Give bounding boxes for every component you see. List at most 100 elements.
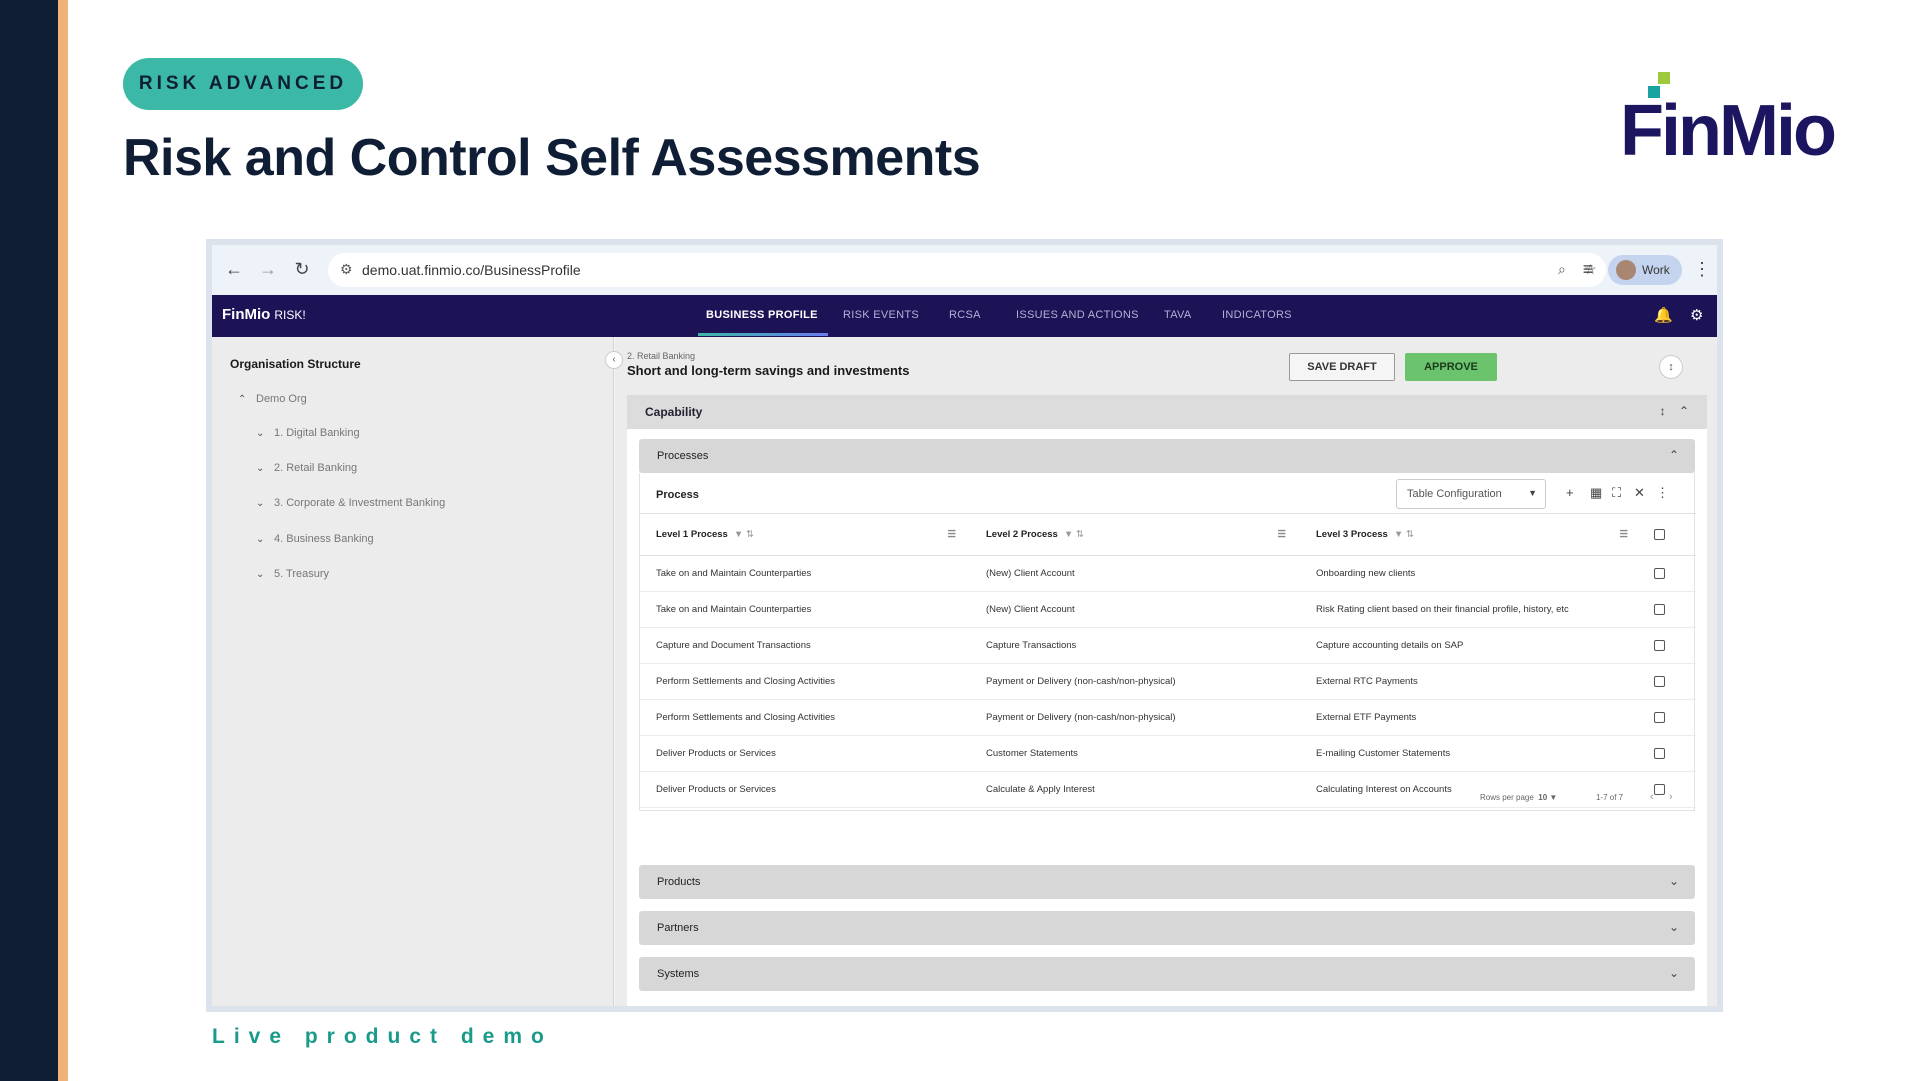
risk-advanced-pill: RISK ADVANCED (123, 58, 363, 110)
browser-menu-icon[interactable]: ⋮ (1690, 257, 1714, 281)
tree-item-corporate-investment-banking[interactable]: ⌄ 3. Corporate & Investment Banking (256, 497, 445, 509)
table-cell: Customer Statements (970, 735, 1300, 772)
filter-sort-icon[interactable]: ▼ ⇅ (734, 529, 754, 540)
slide-title: Risk and Control Self Assessments (123, 129, 981, 187)
fullscreen-icon[interactable]: ⛶ (1612, 485, 1621, 501)
chevron-up-icon[interactable]: ⌃ (1669, 448, 1679, 462)
collapse-sidebar-button[interactable]: ‹ (605, 351, 623, 369)
chevron-down-icon[interactable]: ⌄ (1669, 966, 1679, 980)
expand-collapse-icon[interactable]: ↕ (1660, 404, 1666, 418)
capability-section-header[interactable]: Capability ↕ ⌃ (627, 395, 1707, 429)
row-checkbox[interactable] (1654, 639, 1665, 651)
chevron-down-icon[interactable]: ⌄ (256, 569, 274, 580)
table-configuration-select[interactable]: Table Configuration ▼ (1396, 479, 1546, 509)
page-nav: ‹ › (1650, 791, 1673, 803)
chevron-down-icon[interactable]: ⌄ (256, 428, 274, 439)
chevron-down-icon[interactable]: ⌄ (256, 498, 274, 509)
app-navbar: FinMio RISK! BUSINESS PROFILE RISK EVENTS… (212, 295, 1717, 337)
row-checkbox[interactable] (1654, 675, 1665, 687)
table-cell: Capture and Document Transactions (640, 627, 970, 664)
media-control-icon[interactable]: ≡ (1576, 257, 1600, 281)
profile-button[interactable]: Work (1608, 255, 1682, 285)
chevron-down-icon[interactable]: ⌄ (256, 463, 274, 474)
tree-item-business-banking[interactable]: ⌄ 4. Business Banking (256, 533, 374, 545)
table-body: Take on and Maintain Counterparties (New)… (640, 555, 1696, 808)
chevron-down-icon[interactable]: ⌄ (1669, 920, 1679, 934)
column-header-level-1[interactable]: Level 1 Process ▼ ⇅ ☰ (640, 513, 970, 556)
add-icon[interactable]: + (1566, 485, 1574, 500)
row-checkbox[interactable] (1654, 747, 1665, 759)
column-header-level-3[interactable]: Level 3 Process ▼ ⇅ ☰ (1300, 513, 1642, 556)
drag-handle-icon[interactable]: ☰ (947, 529, 956, 540)
column-title: Level 1 Process (656, 529, 728, 540)
table-row[interactable]: Perform Settlements and Closing Activiti… (640, 699, 1696, 736)
table-row[interactable]: Deliver Products or Services Calculate & … (640, 771, 1696, 808)
tab-indicators[interactable]: INDICATORS (1222, 309, 1292, 321)
processes-section-header[interactable]: Processes ⌃ (639, 439, 1695, 473)
forward-arrow-icon[interactable]: → (256, 257, 280, 281)
reload-icon[interactable]: ↻ (290, 257, 314, 281)
site-info-icon[interactable]: ⚙ (340, 261, 353, 278)
side-stripe-orange (58, 0, 68, 1081)
systems-section-header[interactable]: Systems ⌄ (639, 957, 1695, 991)
row-checkbox[interactable] (1654, 603, 1665, 615)
table-cell: External ETF Payments (1300, 699, 1642, 736)
table-row[interactable]: Deliver Products or Services Customer Sta… (640, 735, 1696, 772)
table-cell: (New) Client Account (970, 591, 1300, 628)
tab-tava[interactable]: TAVA (1164, 309, 1191, 321)
chevron-down-icon[interactable]: ⌄ (1669, 874, 1679, 888)
tab-rcsa[interactable]: RCSA (949, 309, 981, 321)
browser-window: ← → ↻ ⚙ demo.uat.finmio.co/BusinessProfi… (206, 239, 1723, 1012)
chevron-up-icon[interactable]: ⌃ (1679, 404, 1689, 418)
collapse-all-icon[interactable]: ↕ (1659, 355, 1683, 379)
tab-risk-events[interactable]: RISK EVENTS (843, 309, 919, 321)
tree-root-demo-org[interactable]: ⌃ Demo Org (238, 393, 307, 405)
chevron-down-icon[interactable]: ⌄ (256, 534, 274, 545)
products-section-header[interactable]: Products ⌄ (639, 865, 1695, 899)
zoom-icon[interactable]: ⌕ (1558, 261, 1566, 278)
row-checkbox[interactable] (1654, 711, 1665, 723)
table-row[interactable]: Perform Settlements and Closing Activiti… (640, 663, 1696, 700)
back-arrow-icon[interactable]: ← (222, 257, 246, 281)
row-checkbox[interactable] (1654, 567, 1665, 579)
tree-item-treasury[interactable]: ⌄ 5. Treasury (256, 568, 329, 580)
chevron-up-icon[interactable]: ⌃ (238, 394, 256, 405)
address-bar[interactable]: ⚙ demo.uat.finmio.co/BusinessProfile ⌕ ☆ (328, 253, 1606, 287)
table-cell: Risk Rating client based on their financ… (1300, 591, 1642, 628)
systems-label: Systems (657, 968, 700, 980)
breadcrumb[interactable]: 2. Retail Banking (627, 351, 695, 361)
table-cell: Take on and Maintain Counterparties (640, 591, 970, 628)
tab-business-profile[interactable]: BUSINESS PROFILE (706, 309, 818, 321)
select-all-cell (1642, 513, 1696, 556)
tree-item-retail-banking[interactable]: ⌄ 2. Retail Banking (256, 462, 357, 474)
table-row[interactable]: Capture and Document Transactions Capture… (640, 627, 1696, 664)
chevron-left-icon[interactable]: ‹ (1650, 791, 1654, 803)
drag-handle-icon[interactable]: ☰ (1619, 529, 1628, 540)
chevron-right-icon[interactable]: › (1669, 791, 1673, 803)
filter-sort-icon[interactable]: ▼ ⇅ (1394, 529, 1414, 540)
notification-bell-icon[interactable]: 🔔 (1654, 306, 1673, 324)
columns-icon[interactable]: ▦ (1590, 485, 1602, 501)
table-row[interactable]: Take on and Maintain Counterparties (New)… (640, 591, 1696, 628)
table-configuration-value: Table Configuration (1407, 488, 1502, 500)
select-all-checkbox[interactable] (1654, 528, 1665, 540)
process-table: Level 1 Process ▼ ⇅ ☰ Level 2 Process ▼ ⇅ ☰ … (640, 513, 1696, 808)
column-header-level-2[interactable]: Level 2 Process ▼ ⇅ ☰ (970, 513, 1300, 556)
more-options-icon[interactable]: ⋮ (1656, 485, 1669, 501)
tree-item-digital-banking[interactable]: ⌄ 1. Digital Banking (256, 427, 360, 439)
drag-handle-icon[interactable]: ☰ (1277, 529, 1286, 540)
tab-issues-and-actions[interactable]: ISSUES AND ACTIONS (1016, 309, 1139, 321)
org-structure-panel: Organisation Structure ⌃ Demo Org ⌄ 1. Dig… (212, 337, 614, 1006)
partners-section-header[interactable]: Partners ⌄ (639, 911, 1695, 945)
clear-filter-icon[interactable]: ✕ (1634, 485, 1645, 501)
filter-sort-icon[interactable]: ▼ ⇅ (1064, 529, 1084, 540)
table-row[interactable]: Take on and Maintain Counterparties (New)… (640, 555, 1696, 592)
approve-button[interactable]: APPROVE (1405, 353, 1497, 381)
rows-per-page[interactable]: Rows per page 10 ▼ (1480, 793, 1557, 802)
logo-square-green (1658, 72, 1670, 84)
processes-card: Process Table Configuration ▼ + ▦ ⛶ ✕ ⋮ … (639, 473, 1696, 811)
settings-gear-icon[interactable]: ⚙ (1690, 306, 1703, 324)
table-cell: Take on and Maintain Counterparties (640, 555, 970, 592)
save-draft-button[interactable]: SAVE DRAFT (1289, 353, 1395, 381)
table-cell: Capture accounting details on SAP (1300, 627, 1642, 664)
